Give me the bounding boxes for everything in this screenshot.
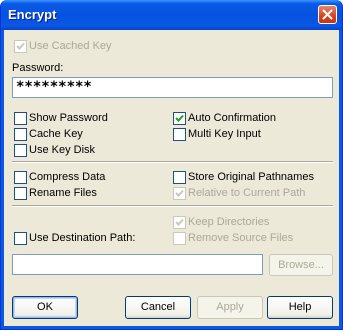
show-password-checkbox[interactable]: [14, 112, 27, 125]
use-destination-path-checkbox[interactable]: [14, 232, 27, 245]
use-key-disk-label: Use Key Disk: [29, 144, 96, 156]
help-button[interactable]: Help: [267, 296, 333, 319]
password-input[interactable]: *********: [12, 77, 333, 98]
cache-key-checkbox[interactable]: [14, 128, 27, 141]
close-button[interactable]: [318, 5, 337, 24]
use-key-disk-checkbox[interactable]: [14, 144, 27, 157]
cancel-label: Cancel: [140, 301, 176, 313]
store-original-pathnames-label: Store Original Pathnames: [188, 171, 314, 183]
apply-button[interactable]: Apply: [197, 296, 263, 319]
keep-directories-label: Keep Directories: [188, 216, 270, 228]
rename-files-label: Rename Files: [29, 187, 97, 199]
cancel-button[interactable]: Cancel: [125, 296, 191, 319]
help-label: Help: [288, 301, 312, 313]
ok-button[interactable]: OK: [12, 296, 78, 319]
relative-to-current-path-label: Relative to Current Path: [188, 187, 306, 199]
browse-button[interactable]: Browse...: [269, 254, 333, 276]
checkmark-icon: [16, 42, 25, 50]
encrypt-dialog: Encrypt Use Cached Key Password: *******…: [0, 0, 343, 330]
show-password-label: Show Password: [29, 112, 108, 124]
rename-files-checkbox[interactable]: [14, 187, 27, 200]
checkmark-icon: [175, 114, 184, 122]
remove-source-files-label: Remove Source Files: [188, 232, 294, 244]
title-bar[interactable]: Encrypt: [1, 0, 342, 30]
auto-confirmation-label: Auto Confirmation: [188, 112, 277, 124]
use-cached-key-label: Use Cached Key: [29, 40, 112, 52]
separator: [12, 205, 333, 207]
multi-key-input-label: Multi Key Input: [188, 128, 261, 140]
multi-key-input-checkbox[interactable]: [173, 128, 186, 141]
compress-data-checkbox[interactable]: [14, 171, 27, 184]
store-original-pathnames-checkbox[interactable]: [173, 171, 186, 184]
separator: [12, 161, 333, 163]
password-label: Password:: [12, 62, 64, 74]
window-title: Encrypt: [8, 7, 57, 22]
destination-path-input[interactable]: [12, 254, 263, 275]
close-icon: [322, 9, 333, 20]
auto-confirmation-checkbox[interactable]: [173, 112, 186, 125]
relative-to-current-path-checkbox[interactable]: [173, 187, 186, 200]
dialog-body: Use Cached Key Password: ********* Show …: [4, 30, 339, 326]
cache-key-label: Cache Key: [29, 128, 83, 140]
apply-label: Apply: [216, 301, 244, 313]
checkmark-icon: [175, 189, 184, 197]
use-cached-key-checkbox[interactable]: [14, 40, 27, 53]
ok-label: OK: [37, 301, 53, 313]
use-destination-path-label: Use Destination Path:: [29, 232, 136, 244]
keep-directories-checkbox[interactable]: [173, 216, 186, 229]
remove-source-files-checkbox[interactable]: [173, 232, 186, 245]
checkmark-icon: [175, 218, 184, 226]
compress-data-label: Compress Data: [29, 171, 106, 183]
